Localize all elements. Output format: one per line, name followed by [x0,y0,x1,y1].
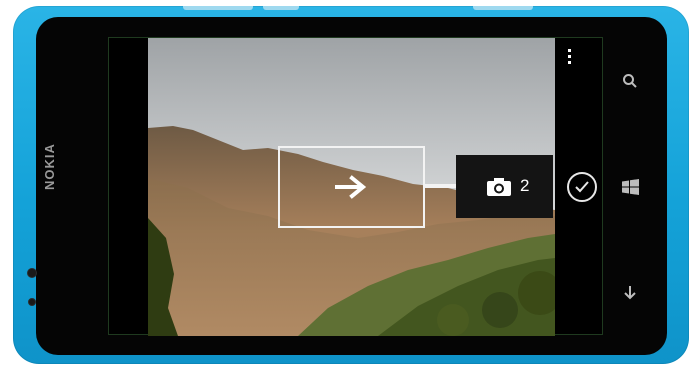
front-camera [27,268,37,278]
power-button[interactable] [263,6,299,10]
ellipsis-vertical-icon[interactable] [567,49,572,67]
arrow-right-icon [335,175,367,199]
windows-logo-icon[interactable] [622,179,639,195]
panorama-count-panel: 2 [456,155,553,218]
sensor [28,298,36,306]
volume-button[interactable] [183,6,253,10]
camera-shutter-button[interactable] [473,6,533,10]
camera-icon [487,178,511,196]
brand-logo: NOKIA [42,143,57,190]
search-icon[interactable] [622,73,638,89]
accept-button[interactable] [567,172,597,202]
panorama-count: 2 [520,176,530,195]
guide-connector [425,184,456,188]
checkmark-icon [575,181,589,193]
back-arrow-icon[interactable] [622,285,638,301]
